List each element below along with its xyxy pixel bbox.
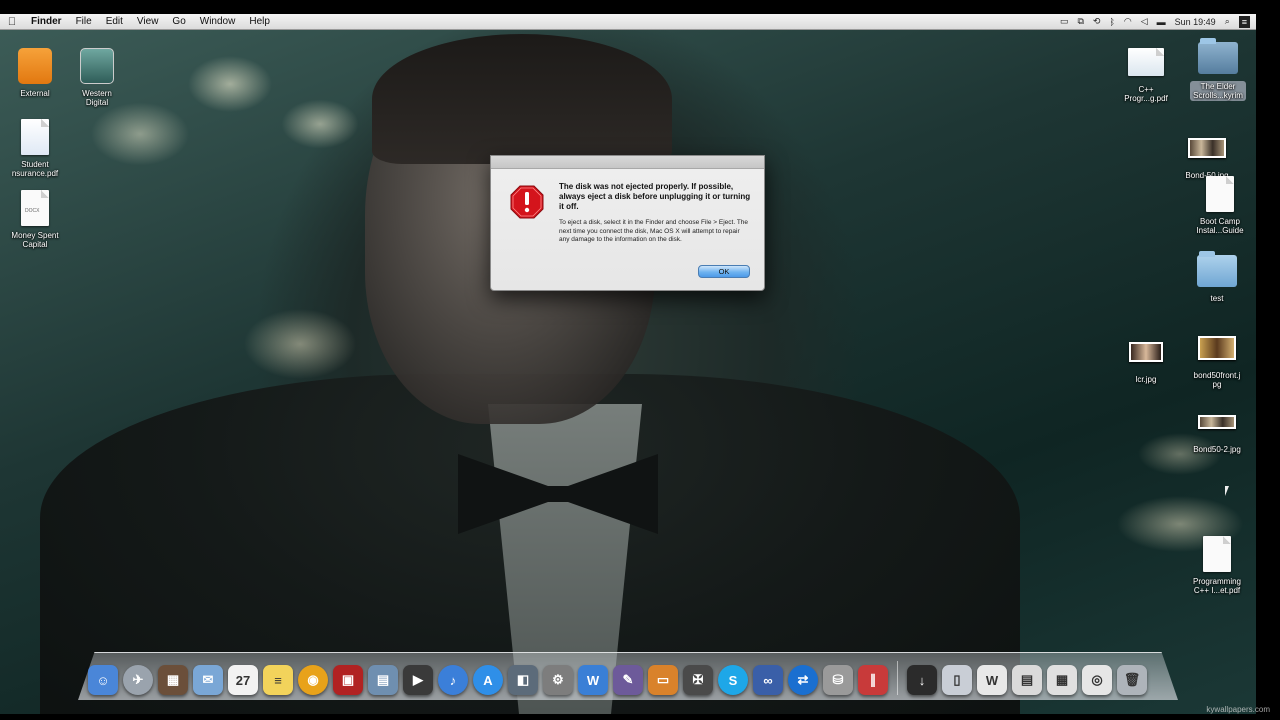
- wifi-icon[interactable]: ◠: [1124, 16, 1132, 27]
- warning-stop-icon: [510, 185, 544, 219]
- menu-file[interactable]: File: [69, 14, 99, 30]
- dock-separator: [897, 661, 898, 695]
- menu-window[interactable]: Window: [193, 14, 243, 30]
- dock-stack-documents-icon[interactable]: ▯: [942, 665, 972, 695]
- dock-parallels-icon[interactable]: ∥: [858, 665, 888, 695]
- dock-photo-app-icon[interactable]: ▣: [333, 665, 363, 695]
- dock-brush-app-icon[interactable]: ✎: [613, 665, 643, 695]
- desktop-icon-student-insurance[interactable]: Student nsurance.pdf: [0, 117, 70, 178]
- time-machine-icon[interactable]: ⟲: [1093, 16, 1101, 27]
- desktop-icon-lcr[interactable]: lcr.jpg: [1111, 332, 1181, 384]
- dock-final-cut-icon[interactable]: ▶: [403, 665, 433, 695]
- menu-help[interactable]: Help: [242, 14, 277, 30]
- desktop[interactable]:  Finder File Edit View Go Window Help ▭…: [0, 14, 1256, 714]
- docx-document-icon: DOCX: [15, 188, 55, 228]
- desktop-icon-cpp-programming[interactable]: C++ Progr...g.pdf: [1111, 42, 1181, 103]
- dock-chrome-icon[interactable]: ◉: [298, 665, 328, 695]
- dock-stack-files-icon[interactable]: ▤: [1012, 665, 1042, 695]
- dock-keynote-icon[interactable]: ▭: [648, 665, 678, 695]
- desktop-icon-western-digital[interactable]: Western Digital: [62, 46, 132, 107]
- dock-stickies-icon[interactable]: ≡: [263, 665, 293, 695]
- dock-infinity-app-icon[interactable]: ∞: [753, 665, 783, 695]
- display-icon[interactable]: ▭: [1060, 16, 1069, 27]
- desktop-icon-programming-cpp[interactable]: Programming C++ I...et.pdf: [1182, 534, 1252, 595]
- dock-stack-downloads-icon[interactable]: ↓: [907, 665, 937, 695]
- menu-edit[interactable]: Edit: [99, 14, 130, 30]
- alert-title: The disk was not ejected properly. If po…: [559, 182, 751, 211]
- dock-stack-browser-icon[interactable]: ◎: [1082, 665, 1112, 695]
- pdf-document-icon: [1200, 174, 1240, 214]
- dock-calendar-icon[interactable]: 27: [228, 665, 258, 695]
- dock-system-preferences-icon[interactable]: ⚙: [543, 665, 573, 695]
- desktop-icon-bond-50[interactable]: Bond-50.jpg: [1172, 128, 1242, 180]
- dock-skyrim-icon[interactable]: ✠: [683, 665, 713, 695]
- wallpaper-watermark: kywallpapers.com: [1206, 705, 1270, 714]
- image-thumbnail-icon: [1197, 402, 1237, 442]
- dock-launchpad-icon[interactable]: ✈: [123, 665, 153, 695]
- menu-bar:  Finder File Edit View Go Window Help ▭…: [0, 14, 1256, 30]
- dock-items: ☺ ✈ ▦ ✉ 27 ≡ ◉ ▣ ▤ ▶ ♪ A ◧ ⚙ W ✎ ▭ ✠ S ∞ ⇄ ⛁ ∥ ↓ ▯ W ▤ ▦ ◎ 🗑: [88, 655, 1178, 695]
- desktop-icon-bond50-2[interactable]: Bond50-2.jpg: [1182, 402, 1252, 454]
- desktop-icon-elder-scrolls[interactable]: The Elder Scrolls...kyrim: [1183, 38, 1253, 103]
- disk-not-ejected-alert: The disk was not ejected properly. If po…: [490, 155, 765, 291]
- ok-button[interactable]: OK: [698, 265, 750, 278]
- dock-stack-screens-icon[interactable]: ▦: [1047, 665, 1077, 695]
- volume-icon[interactable]: ◁: [1141, 16, 1148, 27]
- alert-title-bar: [491, 156, 764, 169]
- menu-view[interactable]: View: [130, 14, 166, 30]
- notification-center-icon[interactable]: ≡: [1238, 15, 1250, 28]
- menu-finder[interactable]: Finder: [24, 14, 69, 30]
- dock-teamviewer-icon[interactable]: ⇄: [788, 665, 818, 695]
- usb-drive-icon: [15, 46, 55, 86]
- desktop-icon-boot-camp[interactable]: Boot Camp Instal...Guide: [1185, 174, 1255, 235]
- status-area: ▭ ⧉ ⟲ ᛒ ◠ ◁ ▬ Sun 19:49 ⌕ ≡: [1060, 15, 1256, 28]
- clock[interactable]: Sun 19:49: [1175, 17, 1216, 27]
- apple-menu-icon[interactable]: : [0, 14, 24, 30]
- dock-skype-icon[interactable]: S: [718, 665, 748, 695]
- app-folder-icon: [1198, 38, 1238, 78]
- wallpaper-figure-hair: [372, 34, 672, 164]
- dock-itunes-icon[interactable]: ♪: [438, 665, 468, 695]
- dock-disk-utility-icon[interactable]: ⛁: [823, 665, 853, 695]
- image-thumbnail-icon: [1187, 128, 1227, 168]
- alert-message: To eject a disk, select it in the Finder…: [559, 219, 749, 243]
- dock-photo-booth-icon[interactable]: ▦: [158, 665, 188, 695]
- bluetooth-icon[interactable]: ᛒ: [1109, 17, 1114, 27]
- pdf-document-icon: [1197, 534, 1237, 574]
- image-thumbnail-icon: [1126, 332, 1166, 372]
- time-machine-drive-icon: [77, 46, 117, 86]
- dock-stack-word-docs-icon[interactable]: W: [977, 665, 1007, 695]
- battery-icon[interactable]: ▬: [1157, 17, 1166, 27]
- share-icon[interactable]: ⧉: [1077, 16, 1083, 27]
- dock-word-icon[interactable]: W: [578, 665, 608, 695]
- dock-app-store-icon[interactable]: A: [473, 665, 503, 695]
- desktop-icon-money-spent[interactable]: DOCX Money Spent Capital: [0, 188, 70, 249]
- pdf-document-icon: [1126, 42, 1166, 82]
- mouse-cursor-icon: [1225, 486, 1233, 496]
- folder-icon: [1197, 251, 1237, 291]
- dock-trash-icon[interactable]: 🗑: [1117, 665, 1147, 695]
- dock-mail-icon[interactable]: ✉: [193, 665, 223, 695]
- desktop-icon-bond50front[interactable]: bond50front.j pg: [1182, 328, 1252, 389]
- spotlight-icon[interactable]: ⌕: [1225, 16, 1230, 27]
- image-thumbnail-icon: [1197, 328, 1237, 368]
- desktop-icon-test-folder[interactable]: test: [1182, 251, 1252, 303]
- pdf-document-icon: [15, 117, 55, 157]
- dock-iphoto-icon[interactable]: ▤: [368, 665, 398, 695]
- dock-preview-icon[interactable]: ◧: [508, 665, 538, 695]
- desktop-icon-external[interactable]: External: [0, 46, 70, 98]
- menu-go[interactable]: Go: [165, 14, 192, 30]
- dock-finder-icon[interactable]: ☺: [88, 665, 118, 695]
